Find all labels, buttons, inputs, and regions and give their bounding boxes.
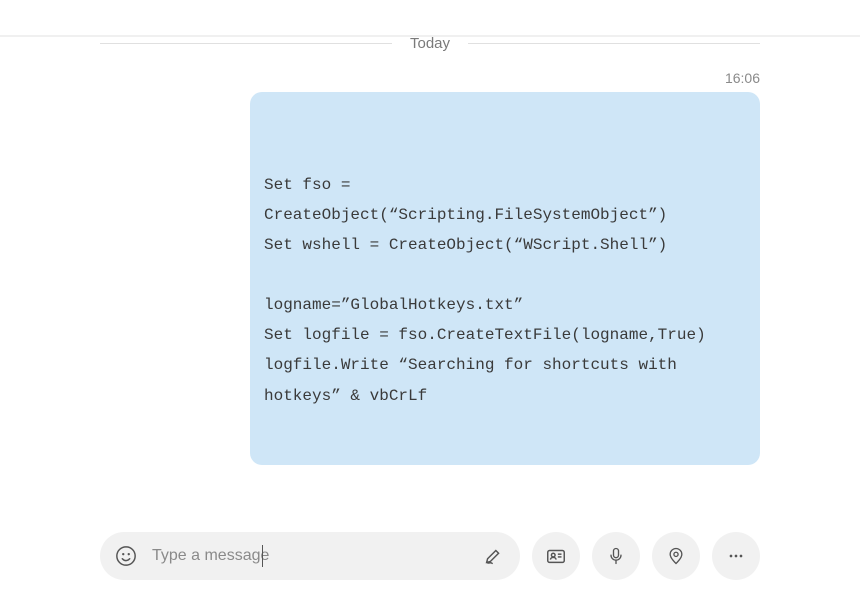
location-icon: [664, 544, 688, 568]
message-input-container[interactable]: [100, 532, 520, 580]
composer: [100, 532, 760, 580]
message-input[interactable]: [152, 547, 468, 565]
microphone-icon: [604, 544, 628, 568]
divider-line-right: [468, 43, 760, 44]
microphone-button[interactable]: [592, 532, 640, 580]
handwriting-icon[interactable]: [482, 544, 506, 568]
date-divider: Today: [100, 35, 760, 52]
emoji-icon[interactable]: [114, 544, 138, 568]
top-border: [0, 35, 860, 37]
message-content: Set fso = CreateObject(“Scripting.FileSy…: [264, 170, 746, 411]
message-bubble[interactable]: Set fso = CreateObject(“Scripting.FileSy…: [250, 92, 760, 465]
contact-card-icon: [544, 544, 568, 568]
divider-line-left: [100, 43, 392, 44]
message-timestamp: 16:06: [0, 70, 760, 86]
location-button[interactable]: [652, 532, 700, 580]
contact-card-button[interactable]: [532, 532, 580, 580]
more-button[interactable]: [712, 532, 760, 580]
text-caret: [262, 545, 263, 567]
date-label: Today: [392, 35, 468, 52]
more-icon: [724, 544, 748, 568]
